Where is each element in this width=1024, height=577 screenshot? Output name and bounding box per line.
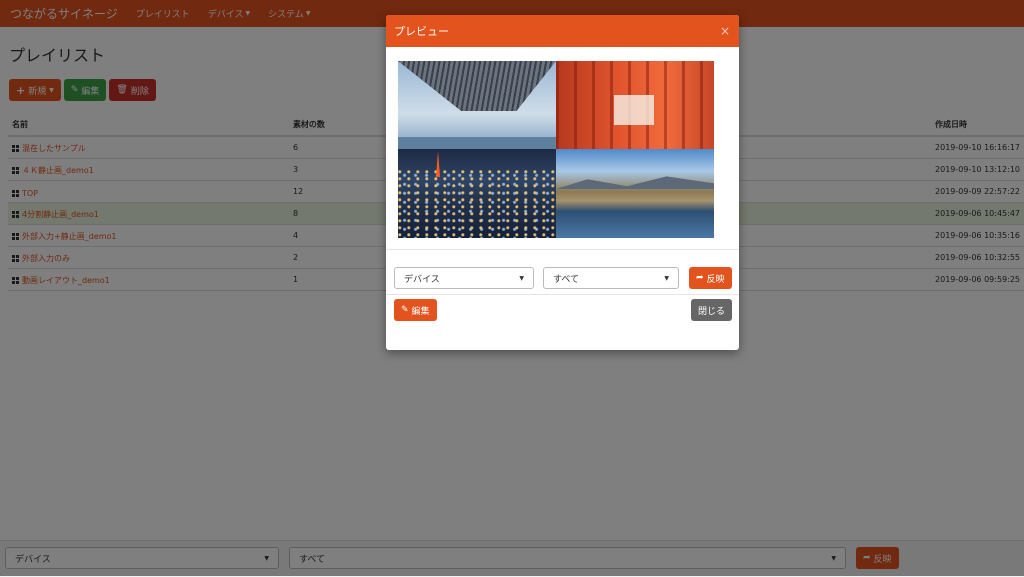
modal-apply-button[interactable]: ➦ 反映 xyxy=(689,267,732,289)
modal-device-select-value: デバイス xyxy=(404,274,440,285)
divider xyxy=(386,249,739,250)
modal-device-select[interactable]: デバイス ▼ xyxy=(394,267,534,289)
modal-filter-select[interactable]: すべて ▼ xyxy=(543,267,679,289)
modal-close-button[interactable]: 閉じる xyxy=(691,299,733,321)
modal-edit-button-label: 編集 xyxy=(411,306,430,317)
preview-tile-bridge xyxy=(398,61,556,149)
modal-title: プレビュー xyxy=(394,25,449,38)
share-icon: ➦ xyxy=(696,273,704,283)
modal-close-button-label: 閉じる xyxy=(698,306,726,317)
modal-edit-button[interactable]: ✎ 編集 xyxy=(394,299,437,321)
edit-icon: ✎ xyxy=(401,305,409,315)
preview-tile-city-night xyxy=(398,149,556,238)
caret-down-icon: ▼ xyxy=(519,274,524,282)
divider xyxy=(386,294,739,295)
modal-filter-select-value: すべて xyxy=(553,274,580,285)
modal-apply-button-label: 反映 xyxy=(706,274,725,285)
modal-header: プレビュー × xyxy=(386,15,739,47)
caret-down-icon: ▼ xyxy=(664,274,669,282)
close-icon[interactable]: × xyxy=(720,24,730,38)
preview-modal: プレビュー × デバイス ▼ すべて ▼ ➦ 反映 ✎ 編集 閉じる xyxy=(386,15,739,350)
preview-tile-lake xyxy=(556,149,714,238)
preview-image xyxy=(398,61,714,238)
preview-tile-temple xyxy=(556,61,714,149)
